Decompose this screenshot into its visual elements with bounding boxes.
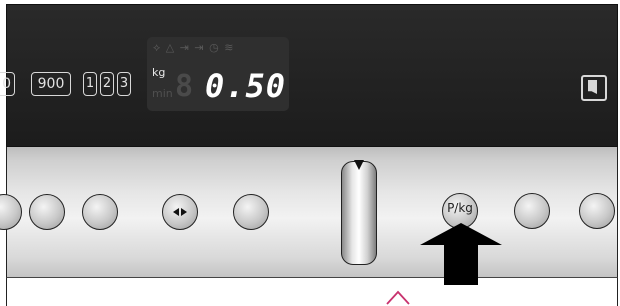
lcd-status-icons: ⟡ △ ⇥ ⇥ ◷ ≋ [153, 41, 235, 54]
round-button-5[interactable] [579, 193, 615, 229]
door-icon[interactable] [581, 75, 607, 101]
lcd-unit-min: min [152, 87, 173, 100]
lcd-value: 0.50 [205, 67, 287, 105]
lcd-ghost-digit: 8 [175, 69, 194, 104]
round-button-2[interactable] [82, 194, 118, 230]
round-button-left-right[interactable] [162, 194, 198, 230]
washer-control-panel: 0 900 1 2 3 ⟡ △ ⇥ ⇥ ◷ ≋ kg min 8 0.50 P/… [0, 0, 620, 306]
round-button-4[interactable] [514, 193, 550, 229]
digit-key-2[interactable]: 2 [100, 72, 114, 96]
program-dial[interactable] [341, 161, 377, 265]
bottom-panel [6, 277, 618, 306]
lcd-display: ⟡ △ ⇥ ⇥ ◷ ≋ kg min 8 0.50 [147, 37, 289, 111]
triangle-icon [386, 290, 410, 305]
spin-speed-key[interactable]: 900 [31, 72, 71, 96]
display-strip: 0 900 1 2 3 ⟡ △ ⇥ ⇥ ◷ ≋ kg min 8 0.50 [0, 4, 618, 147]
press-arrow-icon [420, 223, 502, 285]
spin-key-partial[interactable]: 0 [0, 72, 15, 96]
round-button-3[interactable] [233, 194, 269, 230]
round-button-1[interactable] [29, 194, 65, 230]
digit-key-1[interactable]: 1 [83, 72, 97, 96]
arrow-left-right-icon [172, 207, 187, 216]
lcd-unit-kg: kg [152, 66, 166, 79]
digit-key-3[interactable]: 3 [117, 72, 131, 96]
pkg-button-label: P/kg [447, 201, 473, 215]
dial-marker-icon [354, 160, 364, 170]
